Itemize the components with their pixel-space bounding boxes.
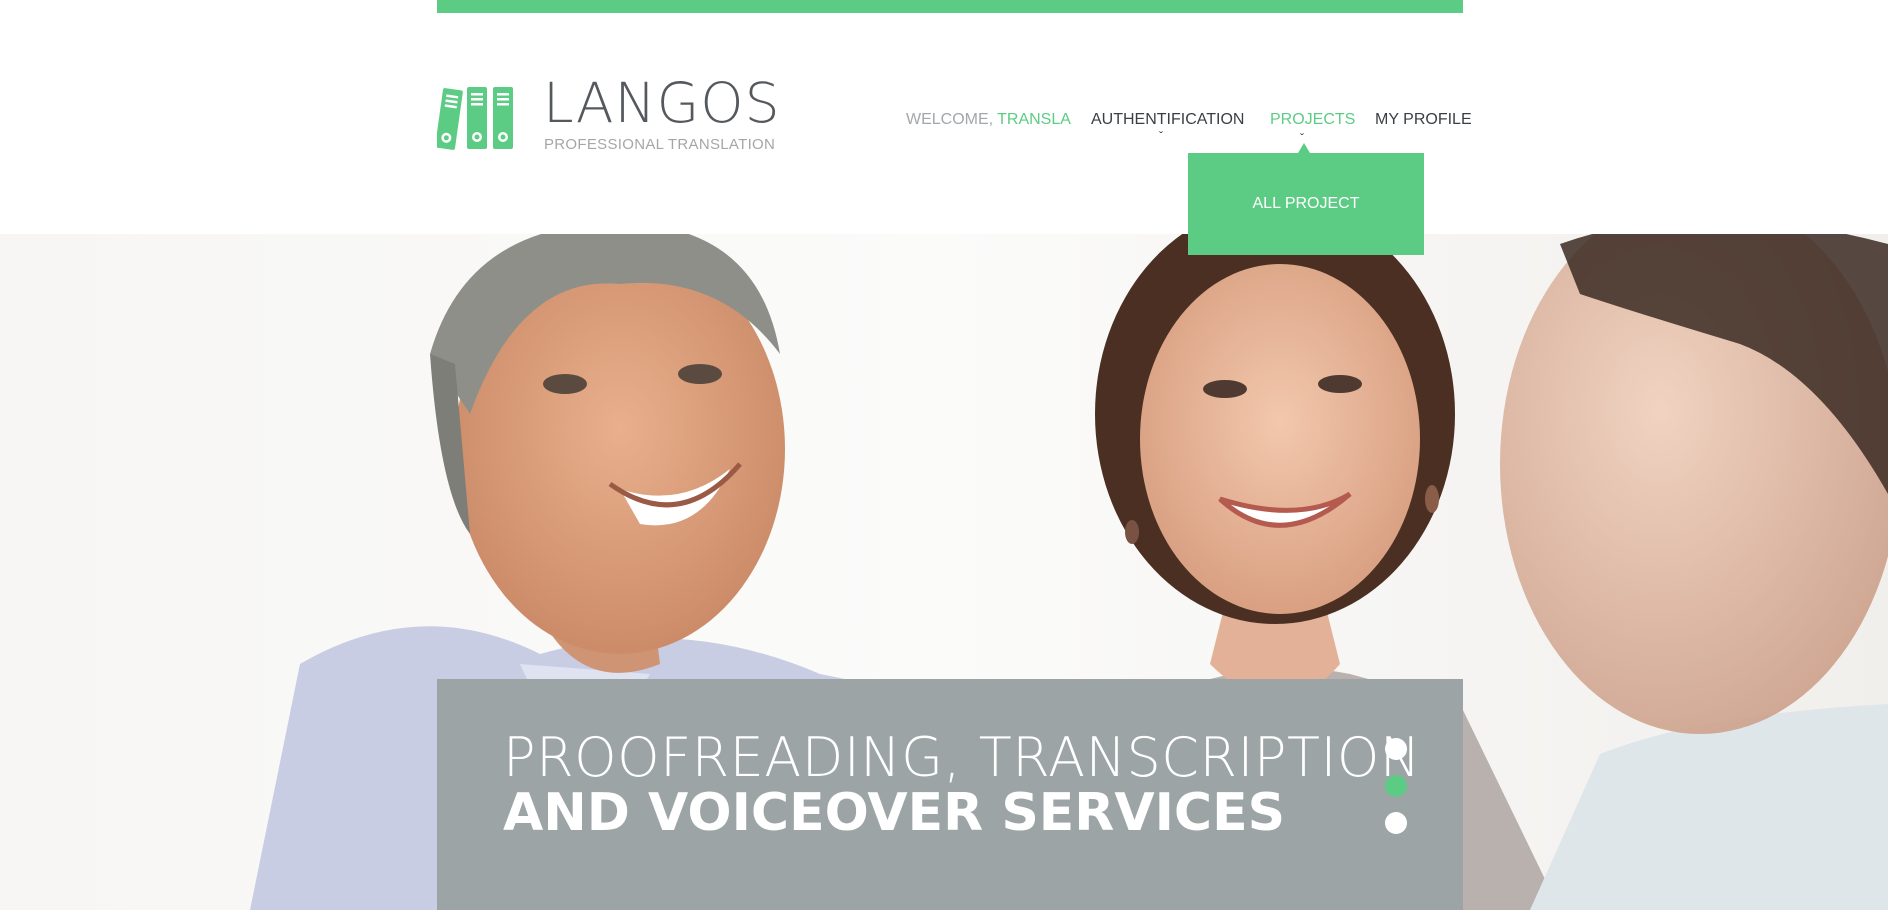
- slider-pagination: [1385, 738, 1407, 848]
- hero-caption-line1: PROOFREADING, TRANSCRIPTION: [503, 726, 1421, 789]
- nav-item-authentification[interactable]: AUTHENTIFICATION: [1091, 108, 1244, 132]
- hero-caption: PROOFREADING, TRANSCRIPTION AND VOICEOVE…: [437, 679, 1463, 910]
- chevron-down-icon: ˇ: [1159, 129, 1163, 143]
- nav-item-my-profile[interactable]: MY PROFILE: [1375, 108, 1472, 132]
- projects-dropdown: ALL PROJECT: [1188, 153, 1424, 255]
- top-accent-bar: [437, 0, 1463, 13]
- welcome-username[interactable]: TRANSLA: [997, 111, 1071, 128]
- dropdown-pointer: [1298, 143, 1310, 153]
- hero-caption-line2: AND VOICEOVER SERVICES: [503, 783, 1286, 843]
- main-nav: WELCOME, TRANSLA AUTHENTIFICATION PROJECT…: [0, 108, 1888, 138]
- welcome-prefix: WELCOME,: [906, 111, 994, 128]
- welcome-text: WELCOME, TRANSLA: [906, 108, 1071, 132]
- nav-item-projects[interactable]: PROJECTS: [1270, 108, 1355, 132]
- dropdown-item-all-project[interactable]: ALL PROJECT: [1188, 192, 1424, 216]
- slider-dot-3[interactable]: [1385, 812, 1407, 834]
- slider-dot-1[interactable]: [1385, 738, 1407, 760]
- brand-subtitle: PROFESSIONAL TRANSLATION: [544, 136, 776, 153]
- hero-slider: PROOFREADING, TRANSCRIPTION AND VOICEOVE…: [0, 234, 1888, 910]
- slider-dot-2[interactable]: [1385, 775, 1407, 797]
